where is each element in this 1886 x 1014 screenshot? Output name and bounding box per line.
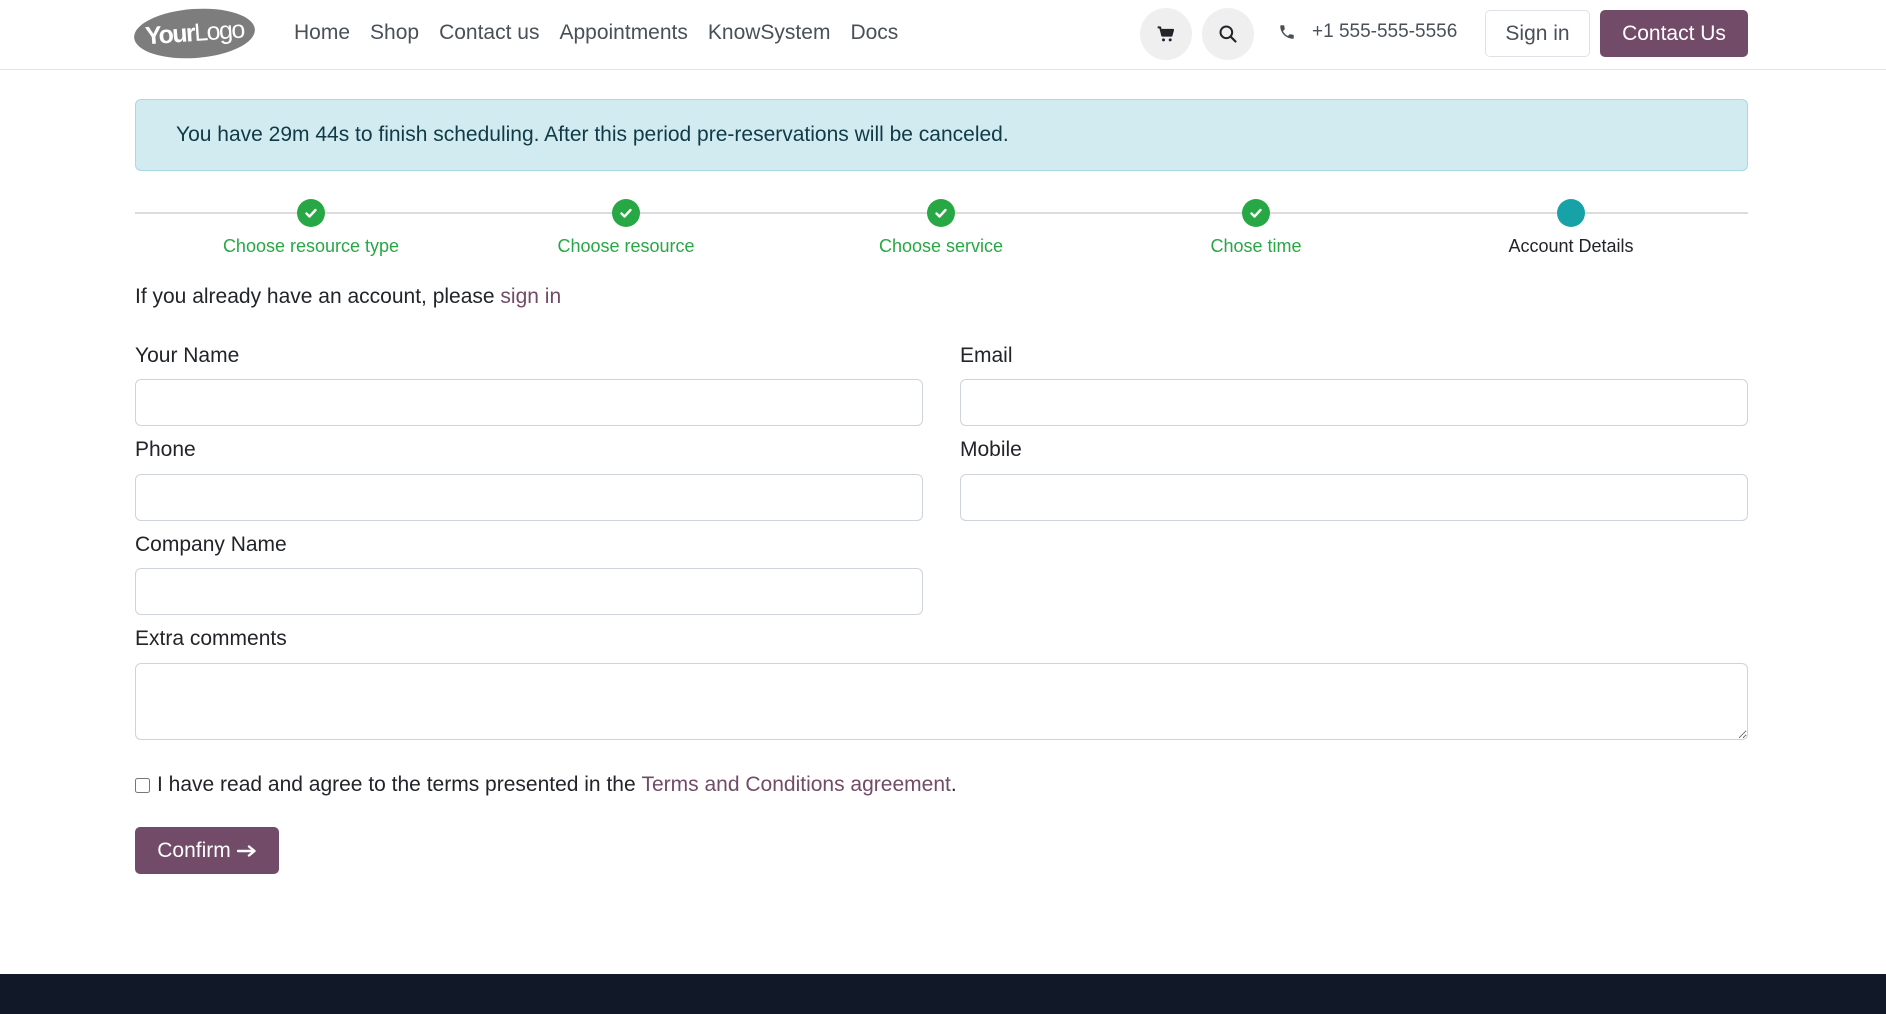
scheduling-timer-alert: You have 29m 44s to finish scheduling. A…	[135, 99, 1748, 171]
logo[interactable]: Your Logo	[132, 4, 257, 63]
name-label: Your Name	[135, 344, 240, 367]
cart-button[interactable]	[1140, 8, 1192, 60]
mobile-label: Mobile	[960, 438, 1022, 461]
terms-link[interactable]: Terms and Conditions agreement	[642, 773, 951, 797]
nav-shop[interactable]: Shop	[370, 20, 419, 46]
step-account-details: Account Details	[1421, 199, 1721, 257]
sign-in-link[interactable]: sign in	[500, 285, 561, 308]
phone-link[interactable]: +1 555-555-5556	[1278, 21, 1457, 43]
step-choose-resource-type: Choose resource type	[161, 199, 461, 257]
nav-appointments[interactable]: Appointments	[559, 20, 687, 46]
comments-textarea[interactable]	[135, 663, 1748, 740]
mobile-input[interactable]	[960, 474, 1748, 521]
site-header: Your Logo Home Shop Contact us Appointmen…	[0, 0, 1886, 70]
email-input[interactable]	[960, 379, 1748, 426]
step-done-icon	[1242, 199, 1270, 227]
step-label: Chose time	[1210, 236, 1302, 256]
step-done-icon	[297, 199, 325, 227]
phone-input[interactable]	[135, 474, 923, 521]
company-label: Company Name	[135, 533, 287, 556]
confirm-button[interactable]: Confirm	[135, 827, 279, 874]
contact-us-button[interactable]: Contact Us	[1600, 10, 1748, 57]
main-nav: Home Shop Contact us Appointments KnowSy…	[294, 20, 918, 46]
nav-docs[interactable]: Docs	[850, 20, 898, 46]
email-label: Email	[960, 344, 1013, 367]
account-hint: If you already have an account, please s…	[135, 285, 561, 309]
comments-label: Extra comments	[135, 627, 287, 650]
step-choose-resource: Choose resource	[476, 199, 776, 257]
account-hint-text: If you already have an account, please	[135, 285, 501, 308]
terms-checkbox[interactable]	[135, 777, 150, 793]
phone-icon	[1280, 25, 1294, 39]
step-label: Choose service	[878, 236, 1004, 256]
sign-in-button[interactable]: Sign in	[1485, 10, 1590, 57]
alert-text: You have 29m 44s to finish scheduling. A…	[176, 123, 1009, 146]
phone-number: +1 555-555-5556	[1312, 21, 1458, 42]
cart-icon	[1157, 26, 1175, 42]
terms-suffix: .	[950, 773, 957, 796]
step-current-icon	[1557, 199, 1585, 227]
site-footer	[0, 974, 1886, 1014]
step-label: Choose resource type	[222, 236, 400, 256]
search-icon	[1219, 25, 1237, 43]
nav-knowsystem[interactable]: KnowSystem	[708, 20, 831, 46]
arrow-right-icon	[236, 844, 256, 857]
nav-contact-us[interactable]: Contact us	[439, 20, 539, 46]
terms-row: I have read and agree to the terms prese…	[135, 773, 957, 797]
step-choose-service: Choose service	[791, 199, 1091, 257]
name-input[interactable]	[135, 379, 923, 426]
logo-part-1: Your	[144, 19, 196, 51]
search-button[interactable]	[1202, 8, 1254, 60]
company-input[interactable]	[135, 568, 923, 615]
confirm-label: Confirm	[157, 838, 231, 862]
terms-text: I have read and agree to the terms prese…	[157, 773, 636, 796]
step-done-icon	[927, 199, 955, 227]
step-chose-time: Chose time	[1106, 199, 1406, 257]
step-label: Choose resource	[557, 236, 695, 256]
phone-label: Phone	[135, 438, 196, 461]
logo-part-2: Logo	[193, 15, 245, 47]
step-label: Account Details	[1508, 236, 1634, 256]
nav-home[interactable]: Home	[294, 20, 350, 46]
step-done-icon	[612, 199, 640, 227]
